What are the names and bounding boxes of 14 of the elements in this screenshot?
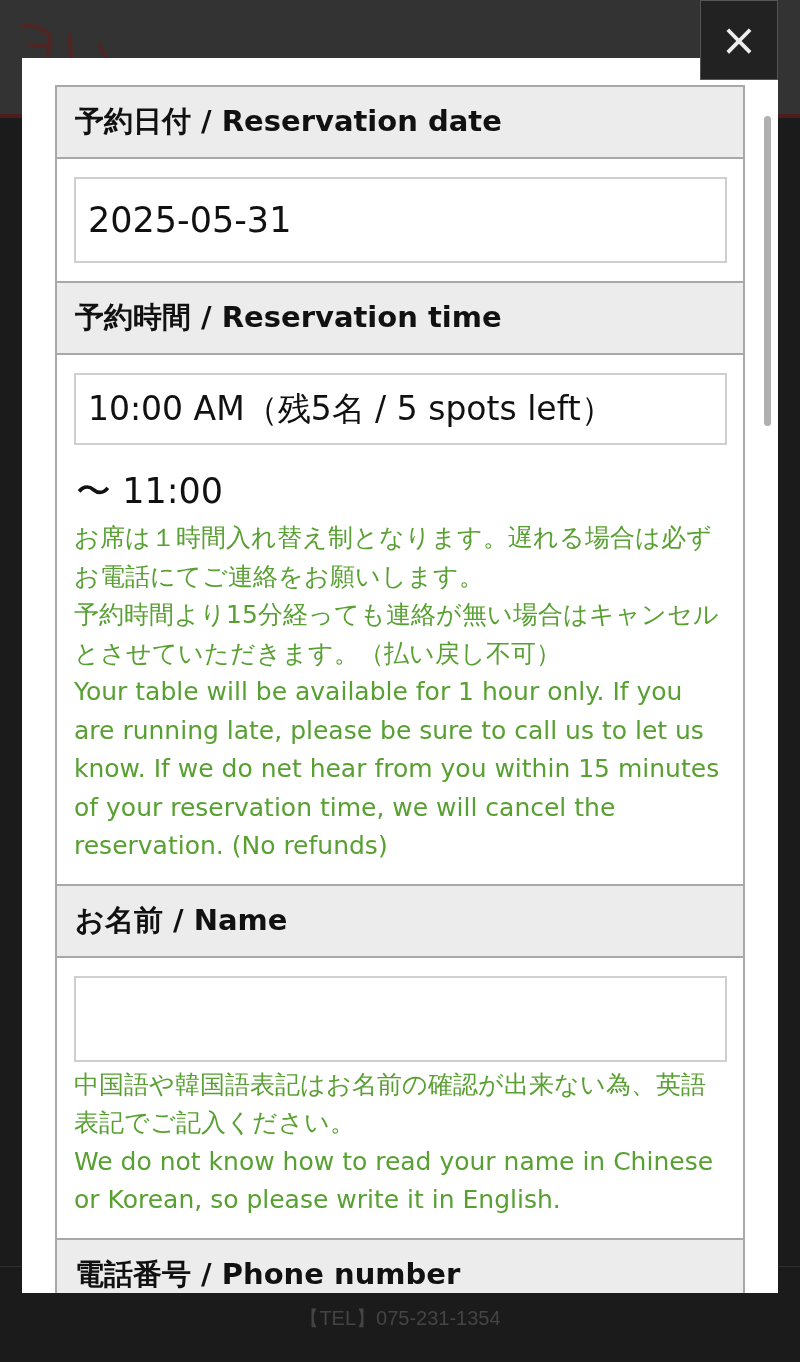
input-field[interactable] [74, 975, 727, 1062]
notice-text: お席は１時間入れ替え制となります。遅れる場合は必ずお電話にてご連絡をお願いします。 [74, 522, 713, 593]
section-header: 予約時間 / Reservation time [57, 283, 743, 355]
end-time-text: 〜 11:00 [76, 471, 224, 511]
notice-text: Your table will be available for 1 hour only. If you are running late, please be sure to call us to let us know. If we do net hear from you within 15 minutes of your reservation time, we will cancel the reservation. (No refunds) [74, 676, 721, 862]
section-header: 予約日付 / Reservation date [57, 87, 743, 159]
input-field[interactable]: 2025-05-31 [74, 177, 727, 263]
section-header: お名前 / Name [57, 885, 743, 958]
notice-text: 予約時間より15分経っても連絡が無い場合はキャンセルとさせていただきます。（払い戻し不可） [74, 599, 720, 670]
notice-text: 中国語や韓国語表記はお名前の確認が出来ない為、英語表記でご記入ください。 [74, 1068, 707, 1139]
select-field[interactable]: 10:00 AM（残5名 / 5 spots left） [74, 373, 727, 445]
close-button[interactable]: × [700, 0, 778, 80]
section-header: 電話番号 / Phone number [57, 1239, 743, 1293]
notice-text: We do not know how to read your name in Chinese or Korean, so please write it in English. [74, 1145, 715, 1216]
